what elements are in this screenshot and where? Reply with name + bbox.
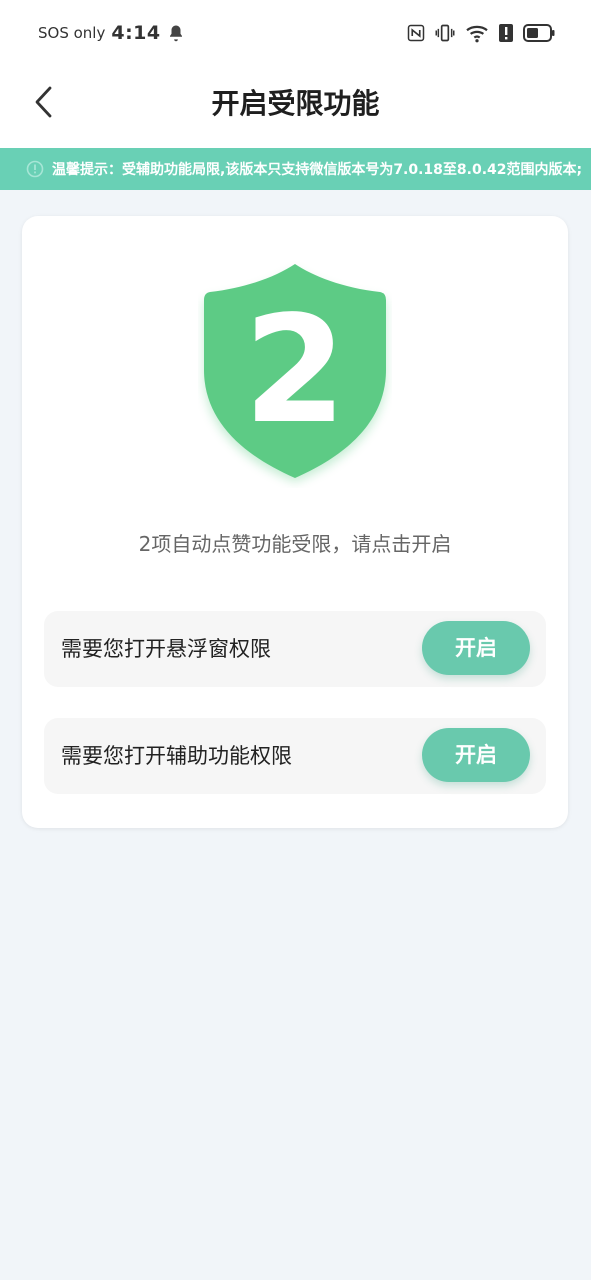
alert-icon <box>499 24 513 42</box>
status-left: SOS only 4:14 <box>38 22 185 44</box>
enable-accessibility-button[interactable]: 开启 <box>422 728 530 782</box>
wifi-icon <box>465 23 489 43</box>
permission-row-floating-window: 需要您打开悬浮窗权限 开启 <box>44 611 546 687</box>
battery-icon <box>523 24 555 42</box>
permission-label: 需要您打开辅助功能权限 <box>61 744 292 768</box>
status-icons <box>407 22 555 44</box>
info-icon <box>26 160 44 178</box>
notice-banner: 温馨提示：受辅助功能局限,该版本只支持微信版本号为7.0.18至8.0.42范围… <box>0 148 591 190</box>
status-bar: SOS only 4:14 <box>0 0 591 66</box>
enable-floating-window-button[interactable]: 开启 <box>422 621 530 675</box>
permission-label: 需要您打开悬浮窗权限 <box>61 637 271 661</box>
carrier-text: SOS only <box>38 24 106 42</box>
header: 开启受限功能 <box>0 66 591 148</box>
vibrate-icon <box>435 23 455 43</box>
shield-badge: 2 <box>198 256 392 488</box>
permission-row-accessibility: 需要您打开辅助功能权限 开启 <box>44 718 546 794</box>
bell-icon <box>167 24 185 42</box>
shield-number: 2 <box>244 284 347 456</box>
page-title: 开启受限功能 <box>211 87 380 120</box>
permission-card: 2 2项自动点赞功能受限，请点击开启 需要您打开悬浮窗权限 开启 需要您打开辅助… <box>22 216 568 828</box>
nfc-icon <box>407 24 425 42</box>
clock-time: 4:14 <box>111 22 161 44</box>
notice-text: 温馨提示：受辅助功能局限,该版本只支持微信版本号为7.0.18至8.0.42范围… <box>52 162 583 178</box>
card-subtitle: 2项自动点赞功能受限，请点击开启 <box>138 532 452 556</box>
